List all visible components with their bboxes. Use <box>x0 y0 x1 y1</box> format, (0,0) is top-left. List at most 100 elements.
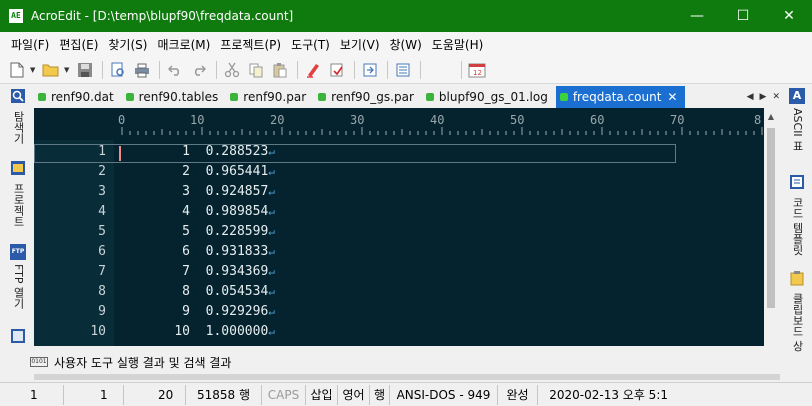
paste-icon[interactable] <box>269 59 291 81</box>
ruler-label: 40 <box>430 113 445 127</box>
status-line-mode[interactable]: 행 <box>370 384 390 405</box>
menu-edit[interactable]: 편집(E) <box>54 36 103 53</box>
open-folder-dropdown-icon[interactable]: ▼ <box>64 66 72 74</box>
status-line: 1 <box>0 384 64 405</box>
explorer-panel-tab[interactable]: 탐색기 <box>8 88 28 144</box>
tab-renf90-gs-par[interactable]: renf90_gs.par <box>314 86 422 108</box>
scroll-up-icon[interactable]: ▲ <box>764 112 778 121</box>
line-number: 8 <box>98 284 106 299</box>
ascii-table-panel-tab[interactable]: A ASCII 표 <box>787 88 807 151</box>
text-line: 4 0.989854↵ <box>118 204 275 224</box>
print-preview-icon[interactable] <box>107 59 129 81</box>
file-status-icon <box>425 93 434 101</box>
menu-search[interactable]: 찾기(S) <box>103 36 152 53</box>
tab-next-icon[interactable]: ▶ <box>760 92 767 102</box>
record-id: 1 <box>182 144 190 159</box>
tab-close-icon[interactable]: ✕ <box>667 90 677 104</box>
tab-label: renf90.par <box>243 90 307 104</box>
frequency-value: 0.228599 <box>205 224 269 239</box>
text-editor[interactable]: 0 10 20 30 40 50 60 70 8 1 2 3 4 5 6 7 8… <box>34 108 764 346</box>
project-panel-tab[interactable]: 프로젝트 <box>8 160 28 227</box>
title-bar: AE AcroEdit - [D:\temp\blupf90\freqdata.… <box>0 0 812 32</box>
text-line: 6 0.931833↵ <box>118 244 275 264</box>
tab-freqdata-count[interactable]: freqdata.count ✕ <box>555 86 686 108</box>
status-language[interactable]: 영어 <box>338 384 370 405</box>
close-window-button[interactable]: ✕ <box>766 0 812 32</box>
left-side-panel: 탐색기 프로젝트 FTP FTP 열기 <box>0 84 34 354</box>
window-controls: — ☐ ✕ <box>674 0 812 32</box>
status-column: 1 <box>64 384 124 405</box>
text-line: 5 0.228599↵ <box>118 224 275 244</box>
editor-vertical-scrollbar[interactable]: ▲ <box>764 108 778 346</box>
line-end-icon: ↵ <box>268 265 275 278</box>
tab-blupf90-gs-log[interactable]: blupf90_gs_01.log <box>422 86 556 108</box>
status-encoding[interactable]: ANSI-DOS - 949 <box>390 384 498 405</box>
text-line: 3 0.924857↵ <box>118 184 275 204</box>
record-id: 3 <box>182 184 190 199</box>
menu-window[interactable]: 창(W) <box>385 36 427 53</box>
toolbar-separator <box>461 60 462 79</box>
code-area[interactable]: 1 0.288523↵ 2 0.965441↵ 3 0.924857↵ 4 0.… <box>118 140 764 346</box>
menu-macro[interactable]: 매크로(M) <box>152 36 215 53</box>
ruler-label: 8 <box>754 113 762 127</box>
svg-text:12: 12 <box>473 69 482 77</box>
output-horizontal-scrollbar[interactable] <box>34 374 780 380</box>
line-number: 4 <box>98 204 106 219</box>
open-folder-icon[interactable] <box>40 59 62 81</box>
print-icon[interactable] <box>131 59 153 81</box>
code-template-panel-tab[interactable]: 코드 템플릿 <box>787 174 807 256</box>
highlight-icon[interactable] <box>302 59 324 81</box>
column-mode-icon[interactable] <box>392 59 414 81</box>
maximize-button[interactable]: ☐ <box>720 0 766 32</box>
clipboard-panel-tab[interactable]: 클립보드 상 <box>787 270 807 352</box>
ruler-label: 60 <box>590 113 605 127</box>
output-panel-label: 사용자 도구 실행 결과 및 검색 결과 <box>54 355 232 370</box>
redo-icon[interactable] <box>188 59 210 81</box>
bookmark-icon[interactable] <box>326 59 348 81</box>
line-end-icon: ↵ <box>268 185 275 198</box>
menu-file[interactable]: 파일(F) <box>6 36 54 53</box>
line-end-icon: ↵ <box>268 165 275 178</box>
file-status-icon <box>318 93 327 101</box>
calendar-icon[interactable]: 12 <box>466 59 488 81</box>
menu-project[interactable]: 프로젝트(P) <box>215 36 286 53</box>
tab-label: renf90.tables <box>138 90 219 104</box>
status-insert-mode[interactable]: 삽입 <box>306 384 338 405</box>
line-number: 7 <box>98 264 106 279</box>
menu-tools[interactable]: 도구(T) <box>286 36 335 53</box>
right-side-panel: A ASCII 표 코드 템플릿 클립보드 상 <box>782 84 812 354</box>
tab-prev-icon[interactable]: ◀ <box>747 92 754 102</box>
tab-renf90-tables[interactable]: renf90.tables <box>122 86 227 108</box>
menu-view[interactable]: 보기(V) <box>335 36 385 53</box>
frequency-value: 0.288523 <box>205 144 269 159</box>
menu-help[interactable]: 도움말(H) <box>427 36 489 53</box>
tab-renf90-par[interactable]: renf90.par <box>226 86 314 108</box>
save-icon[interactable] <box>74 59 96 81</box>
new-file-dropdown-icon[interactable]: ▼ <box>30 66 38 74</box>
cut-icon[interactable] <box>221 59 243 81</box>
line-number: 3 <box>98 184 106 199</box>
clipboard-label: 클립보드 상 <box>791 293 804 352</box>
copy-icon[interactable] <box>245 59 267 81</box>
goto-line-icon[interactable] <box>359 59 381 81</box>
ftp-panel-tab[interactable]: FTP FTP 열기 <box>8 244 28 309</box>
record-id: 7 <box>182 264 190 279</box>
scrollbar-thumb[interactable] <box>767 128 775 308</box>
new-file-icon[interactable] <box>6 59 28 81</box>
record-id: 4 <box>182 204 190 219</box>
undo-icon[interactable] <box>164 59 186 81</box>
tab-renf90-dat[interactable]: renf90.dat <box>34 86 122 108</box>
record-id: 9 <box>182 304 190 319</box>
column-ruler: 0 10 20 30 40 50 60 70 8 <box>118 108 764 140</box>
magnifier-icon <box>10 88 26 107</box>
extra-panel-tab[interactable] <box>8 328 28 347</box>
ruler-label: 20 <box>270 113 285 127</box>
close-document-icon[interactable]: ✕ <box>772 92 780 102</box>
toolbar-blank <box>425 59 455 81</box>
frequency-value: 0.934369 <box>205 264 269 279</box>
output-panel-header[interactable]: 0101 사용자 도구 실행 결과 및 검색 결과 <box>30 348 782 376</box>
text-line: 8 0.054534↵ <box>118 284 275 304</box>
status-completion: 완성 <box>498 384 538 405</box>
binary-output-icon: 0101 <box>30 357 48 367</box>
minimize-button[interactable]: — <box>674 0 720 32</box>
